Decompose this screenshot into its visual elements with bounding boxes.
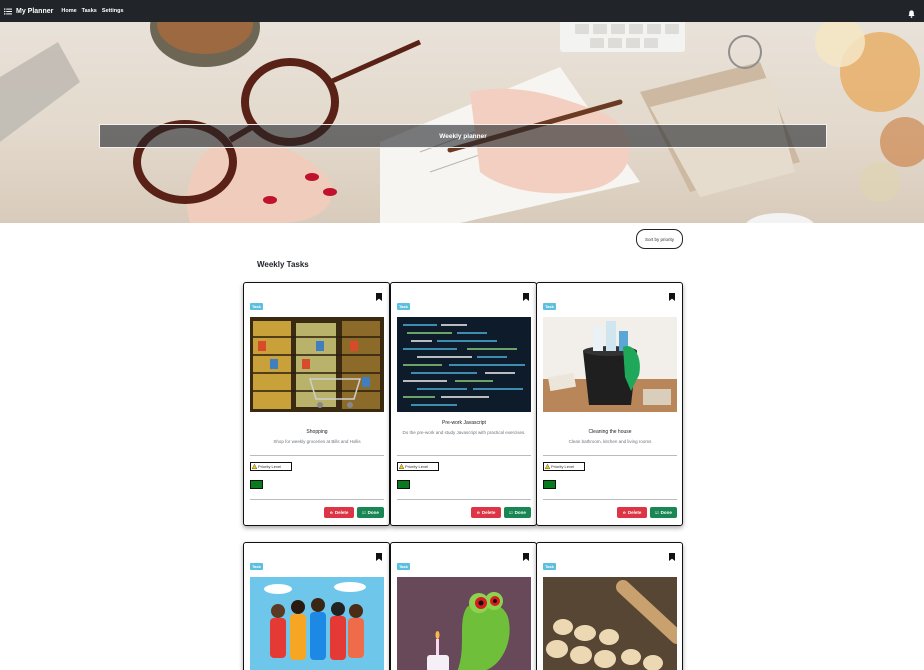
divider <box>397 499 531 500</box>
task-image-baking <box>543 577 677 670</box>
priority-level-selector[interactable]: Priority Level <box>250 462 292 471</box>
nav-links: Home Tasks Settings <box>61 8 128 14</box>
task-image-friends <box>250 577 384 670</box>
delete-button[interactable]: ⊖ Delete <box>324 507 354 518</box>
priority-level-label: Priority Level <box>405 464 429 469</box>
task-description: Do the pre-work and study Javascript wit… <box>402 430 526 435</box>
notifications-button[interactable] <box>908 5 915 23</box>
brand-label: My Planner <box>16 7 54 15</box>
task-card: Task Pre-work Javascript Do the pre-work… <box>390 282 537 526</box>
navbar: My Planner Home Tasks Settings <box>0 0 924 22</box>
delete-label: Delete <box>627 510 642 515</box>
task-tag: Task <box>397 563 410 570</box>
task-tag: Task <box>543 563 556 570</box>
bookmark-button[interactable] <box>523 548 529 566</box>
nav-link-settings[interactable]: Settings <box>102 8 124 14</box>
task-card: Task <box>243 542 390 670</box>
delete-icon: ⊖ <box>476 510 480 515</box>
sort-by-priority-button[interactable]: Sort by priority <box>636 229 683 249</box>
task-image-javascript <box>397 317 531 412</box>
priority-level-label: Priority Level <box>258 464 282 469</box>
task-title: Cleaning the house <box>588 429 632 435</box>
hero-banner: Weekly planner <box>0 22 924 223</box>
done-label: Done <box>367 510 379 515</box>
card-body: Cleaning the house Clean bathroom, kitch… <box>541 429 679 446</box>
task-card: Task Shopping Shop for weekly groceries … <box>243 282 390 526</box>
task-image-cleaning <box>543 317 677 412</box>
bookmark-button[interactable] <box>669 548 675 566</box>
priority-indicator <box>250 480 263 489</box>
check-icon: ☑ <box>655 510 659 515</box>
delete-button[interactable]: ⊖ Delete <box>471 507 501 518</box>
task-card: Task <box>390 542 537 670</box>
bookmark-button[interactable] <box>669 288 675 306</box>
divider <box>250 455 384 456</box>
delete-button[interactable]: ⊖ Delete <box>617 507 647 518</box>
warning-icon <box>251 463 258 470</box>
bookmark-icon <box>376 553 382 561</box>
delete-icon: ⊖ <box>622 510 626 515</box>
divider <box>543 499 677 500</box>
bookmark-icon <box>523 553 529 561</box>
section-title: Weekly Tasks <box>257 260 309 269</box>
task-tag: Task <box>250 303 263 310</box>
delete-label: Delete <box>481 510 496 515</box>
bookmark-button[interactable] <box>376 288 382 306</box>
priority-indicator <box>543 480 556 489</box>
warning-icon <box>398 463 405 470</box>
brand-link[interactable]: My Planner <box>4 8 53 15</box>
bookmark-icon <box>669 293 675 301</box>
hero-title: Weekly planner <box>99 124 827 148</box>
task-description: Shop for weekly groceries at Bills and H… <box>273 439 361 444</box>
divider <box>397 455 531 456</box>
divider <box>250 499 384 500</box>
task-card: Task <box>536 542 683 670</box>
bookmark-icon <box>523 293 529 301</box>
warning-icon <box>544 463 551 470</box>
task-image-frog <box>397 577 531 670</box>
delete-label: Delete <box>334 510 349 515</box>
bookmark-icon <box>669 553 675 561</box>
task-tag: Task <box>250 563 263 570</box>
done-button[interactable]: ☑ Done <box>650 507 677 518</box>
bookmark-button[interactable] <box>523 288 529 306</box>
nav-link-home[interactable]: Home <box>61 8 76 14</box>
nav-link-tasks[interactable]: Tasks <box>82 8 97 14</box>
task-description: Clean bathroom, kitchen and living rooms <box>568 439 652 444</box>
check-icon: ☑ <box>509 510 513 515</box>
hero-image <box>0 22 924 223</box>
bell-icon <box>908 10 915 18</box>
card-body: Pre-work Javascript Do the pre-work and … <box>395 420 533 437</box>
done-button[interactable]: ☑ Done <box>504 507 531 518</box>
check-icon: ☑ <box>362 510 366 515</box>
priority-level-selector[interactable]: Priority Level <box>397 462 439 471</box>
task-tag: Task <box>397 303 410 310</box>
delete-icon: ⊖ <box>329 510 333 515</box>
task-card: Task Cleaning the house Clean bathroom, … <box>536 282 683 526</box>
divider <box>543 455 677 456</box>
priority-level-label: Priority Level <box>551 464 575 469</box>
done-label: Done <box>660 510 672 515</box>
priority-indicator <box>397 480 410 489</box>
task-image-shopping <box>250 317 384 412</box>
bookmark-button[interactable] <box>376 548 382 566</box>
task-tag: Task <box>543 303 556 310</box>
task-title: Pre-work Javascript <box>442 420 486 426</box>
done-button[interactable]: ☑ Done <box>357 507 384 518</box>
task-title: Shopping <box>306 429 328 435</box>
done-label: Done <box>514 510 526 515</box>
priority-level-selector[interactable]: Priority Level <box>543 462 585 471</box>
card-body: Shopping Shop for weekly groceries at Bi… <box>248 429 386 446</box>
list-icon <box>4 8 12 14</box>
bookmark-icon <box>376 293 382 301</box>
